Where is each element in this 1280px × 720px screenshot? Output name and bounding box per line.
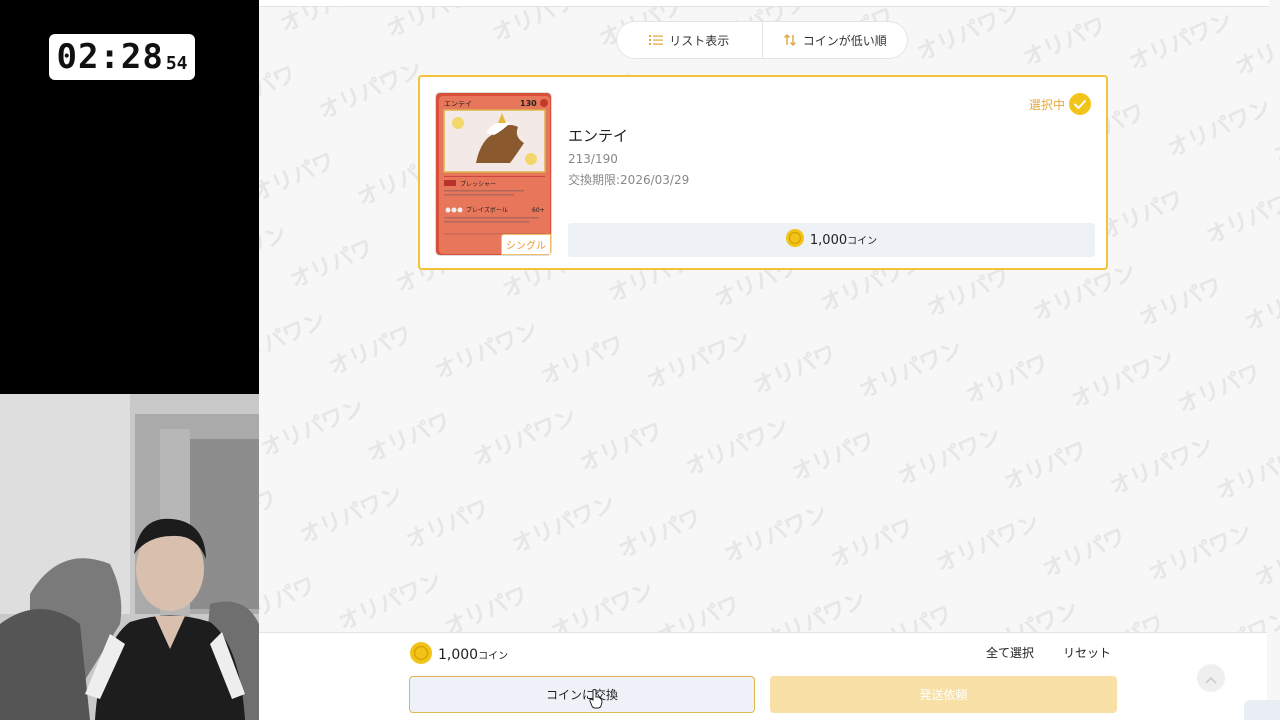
- item-card[interactable]: エンテイ 130 プレッシャー ブレイズボール 60+ シングル 選択中 エンテ…: [418, 75, 1108, 270]
- thumb-name: エンテイ: [444, 100, 472, 108]
- view-sort-toolbar: リスト表示 コインが低い順: [616, 21, 908, 59]
- thumb-attack: ブレイズボール: [466, 206, 508, 214]
- card-name: エンテイ: [568, 127, 629, 145]
- reset-link[interactable]: リセット: [1063, 644, 1111, 661]
- chevron-up-icon: [1205, 669, 1217, 688]
- selected-label: 選択中: [1028, 97, 1065, 112]
- select-all-link[interactable]: 全て選択: [986, 644, 1034, 661]
- webcam-feed: [0, 394, 259, 720]
- hand-cursor-icon: [589, 689, 603, 709]
- card-coin-amount: 1,000: [809, 233, 848, 248]
- action-footer: 1,000コイン 全て選択 リセット コインに交換 発送依頼: [259, 632, 1267, 720]
- app-main: オリパワン オリパワン リスト表示 コインが低い順 エンテイ 13: [259, 0, 1280, 720]
- exchange-coins-button[interactable]: コインに交換: [409, 676, 755, 713]
- total-amount: 1,000: [438, 647, 479, 663]
- card-expiry: 交換期限:2026/03/29: [568, 173, 690, 187]
- timer-sub: 54: [165, 53, 188, 74]
- card-number: 213/190: [568, 152, 618, 166]
- shipping-request-button[interactable]: 発送依頼: [770, 676, 1117, 713]
- card-coin-unit: コイン: [847, 236, 878, 247]
- card-image[interactable]: エンテイ 130 プレッシャー ブレイズボール 60+ シングル: [435, 92, 552, 256]
- thumb-hp: 130: [520, 99, 537, 108]
- list-view-label: リスト表示: [669, 33, 730, 48]
- timer-main: 02:28: [56, 37, 164, 77]
- total-unit: コイン: [478, 651, 509, 662]
- scroll-top-button[interactable]: [1197, 664, 1225, 692]
- total-coins: 1,000コイン: [410, 642, 508, 668]
- sort-icon: [783, 33, 797, 47]
- webcam-image: [0, 394, 259, 720]
- top-bar: [259, 0, 1269, 7]
- sort-order-toggle[interactable]: コインが低い順: [761, 22, 908, 58]
- checkmark-icon: [1069, 93, 1091, 115]
- sort-order-label: コインが低い順: [802, 33, 887, 48]
- list-view-toggle[interactable]: リスト表示: [617, 22, 762, 58]
- coin-icon: [785, 229, 804, 251]
- card-coin-value: 1,000コイン: [568, 223, 1095, 257]
- stream-panel: 02:28 54: [0, 0, 259, 720]
- coin-icon: [410, 642, 432, 668]
- single-badge: シングル: [501, 234, 551, 255]
- list-icon: [649, 34, 664, 46]
- stream-timer: 02:28 54: [49, 34, 195, 80]
- chat-widget[interactable]: [1244, 700, 1280, 720]
- selected-indicator[interactable]: 選択中: [1029, 93, 1091, 115]
- thumb-ability: プレッシャー: [460, 181, 496, 188]
- pokemon-card-art: エンテイ 130 プレッシャー ブレイズボール 60+: [436, 93, 551, 255]
- thumb-damage: 60+: [532, 207, 545, 214]
